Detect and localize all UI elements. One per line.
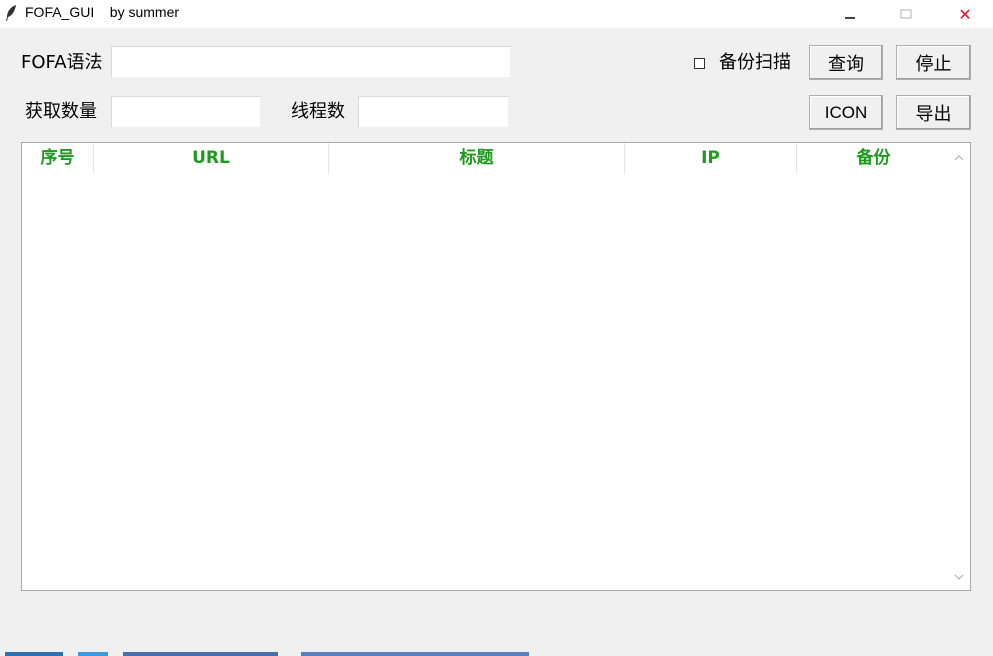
taskbar-strip bbox=[0, 652, 993, 656]
backup-scan-label[interactable]: 备份扫描 bbox=[719, 51, 791, 75]
fofa-syntax-input[interactable] bbox=[111, 46, 511, 78]
maximize-button[interactable] bbox=[878, 0, 934, 28]
feather-icon bbox=[6, 5, 16, 21]
strip-segment bbox=[301, 652, 529, 656]
column-header-ip[interactable]: IP bbox=[625, 143, 797, 174]
chevron-up-icon[interactable] bbox=[952, 151, 966, 165]
close-button[interactable]: ✕ bbox=[937, 0, 993, 28]
app-window: FOFA_GUI by summer ✕ FOFA语法 备份扫描 查询 停止 获… bbox=[0, 0, 993, 656]
chevron-down-icon[interactable] bbox=[952, 570, 966, 584]
title-bar[interactable]: FOFA_GUI by summer ✕ bbox=[0, 0, 993, 28]
backup-scan-checkbox[interactable] bbox=[694, 58, 705, 69]
column-header-title[interactable]: 标题 bbox=[329, 143, 625, 174]
table-header: 序号 URL 标题 IP 备份 bbox=[22, 143, 950, 174]
icon-button[interactable]: ICON bbox=[809, 95, 883, 130]
fetch-count-label: 获取数量 bbox=[25, 101, 97, 122]
column-header-url[interactable]: URL bbox=[94, 143, 329, 174]
strip-segment bbox=[123, 652, 278, 656]
fofa-syntax-label: FOFA语法 bbox=[21, 52, 103, 73]
minimize-icon bbox=[845, 17, 855, 19]
strip-segment bbox=[78, 652, 108, 656]
stop-button[interactable]: 停止 bbox=[896, 45, 971, 80]
close-icon: ✕ bbox=[958, 4, 972, 24]
window-title: FOFA_GUI by summer bbox=[25, 4, 180, 20]
thread-count-input[interactable] bbox=[358, 96, 509, 128]
column-header-backup[interactable]: 备份 bbox=[797, 143, 950, 174]
export-button[interactable]: 导出 bbox=[896, 95, 971, 130]
maximize-icon bbox=[900, 9, 912, 19]
thread-count-label: 线程数 bbox=[291, 101, 345, 122]
column-header-index[interactable]: 序号 bbox=[22, 143, 94, 174]
results-table[interactable]: 序号 URL 标题 IP 备份 bbox=[21, 142, 971, 591]
query-button[interactable]: 查询 bbox=[809, 45, 883, 80]
fetch-count-input[interactable] bbox=[111, 96, 261, 128]
minimize-button[interactable] bbox=[822, 0, 878, 28]
strip-segment bbox=[5, 652, 63, 656]
